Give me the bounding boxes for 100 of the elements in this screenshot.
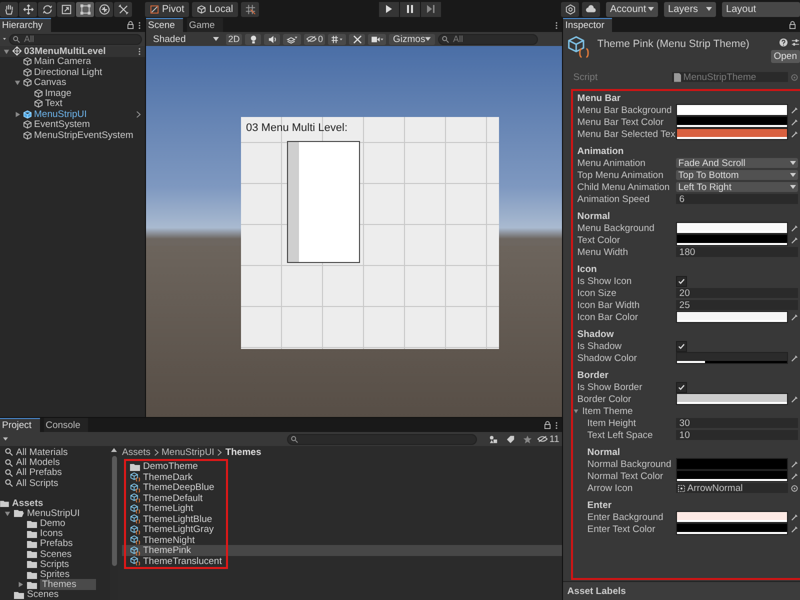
folder-tree-item[interactable]: Scenes	[27, 589, 59, 600]
target-icon[interactable]	[791, 74, 798, 80]
custom-tool-button[interactable]	[114, 2, 132, 16]
dropdown-field[interactable]: Fade And Scroll	[676, 158, 798, 168]
breadcrumb-link[interactable]: Assets	[122, 446, 151, 458]
disclosure-triangle-icon[interactable]	[17, 581, 24, 588]
eyedropper-icon[interactable]	[791, 526, 798, 532]
cloud-icon[interactable]	[582, 2, 600, 16]
eyedropper-icon[interactable]	[791, 236, 798, 244]
camera-icon[interactable]	[368, 34, 386, 44]
account-dropdown[interactable]: Account	[606, 2, 658, 16]
file-row[interactable]: ThemeTranslucent	[122, 556, 562, 566]
help-icon[interactable]	[779, 38, 788, 47]
file-row[interactable]: DemoTheme	[122, 461, 562, 472]
folder-tree-item[interactable]: MenuStripUI	[27, 508, 80, 519]
search-field[interactable]: All	[438, 34, 538, 44]
file-row[interactable]: ThemeLightGray	[122, 524, 562, 535]
favorite-search-item[interactable]: All Prefabs	[16, 467, 62, 478]
layout-dropdown[interactable]: Layout	[722, 2, 800, 16]
panel-tab[interactable]: Console	[44, 418, 88, 432]
layers-dropdown[interactable]: Layers	[664, 2, 716, 16]
color-field[interactable]	[676, 352, 788, 364]
open-button[interactable]: Open	[770, 50, 800, 63]
pause-button[interactable]	[400, 2, 420, 16]
target-icon[interactable]	[791, 484, 798, 492]
checkbox[interactable]	[676, 276, 688, 286]
folder-tree-item[interactable]: Sprites	[40, 569, 70, 580]
color-field[interactable]	[676, 511, 788, 523]
rotate-tool-button[interactable]	[38, 2, 56, 16]
move-tool-button[interactable]	[19, 2, 37, 16]
file-row[interactable]: ThemeDark	[122, 472, 562, 482]
more-options-icon[interactable]	[555, 420, 558, 430]
eyedropper-icon[interactable]	[791, 472, 798, 480]
file-row[interactable]: ThemeLight	[122, 503, 562, 514]
grid-snap-icon[interactable]	[241, 2, 260, 16]
color-field[interactable]	[676, 222, 788, 234]
file-row[interactable]: ThemePink	[122, 545, 562, 556]
folder-tree-item[interactable]: Scripts	[40, 558, 70, 570]
scroll-up-arrow-icon[interactable]	[111, 448, 117, 452]
hidden-objects-toggle[interactable]: 0	[304, 34, 326, 44]
color-field[interactable]	[676, 311, 788, 323]
settings-icon[interactable]	[791, 38, 800, 47]
layers-icon[interactable]	[283, 34, 301, 44]
hierarchy-item[interactable]: MenuStripEventSystem	[34, 130, 134, 141]
number-field[interactable]: 25	[676, 300, 798, 310]
play-button[interactable]	[379, 2, 400, 16]
eyedropper-icon[interactable]	[791, 314, 798, 320]
favorite-search-item[interactable]: All Materials	[16, 446, 68, 458]
eyedropper-icon[interactable]	[791, 118, 798, 126]
transform-tool-button[interactable]	[95, 2, 113, 16]
lock-icon[interactable]	[789, 21, 796, 29]
folder-tree-item[interactable]: Prefabs	[40, 538, 73, 550]
view-tab[interactable]: Scene	[146, 18, 183, 32]
color-field[interactable]	[676, 523, 788, 535]
file-row[interactable]: ThemeLightBlue	[122, 514, 562, 524]
asset-labels-heading[interactable]: Asset Labels	[567, 586, 626, 596]
folder-tree-item[interactable]: Themes	[40, 579, 96, 590]
color-field[interactable]	[676, 116, 788, 128]
chevron-right-icon[interactable]	[136, 110, 141, 118]
eyedropper-icon[interactable]	[791, 460, 798, 468]
eyedropper-icon[interactable]	[791, 130, 798, 138]
search-field[interactable]	[287, 434, 478, 445]
hidden-packages-toggle[interactable]: 11	[537, 433, 560, 446]
color-field[interactable]	[676, 470, 788, 482]
hierarchy-item[interactable]: EventSystem	[34, 119, 90, 130]
eyedropper-icon[interactable]	[791, 224, 798, 232]
file-row[interactable]: ThemeDeepBlue	[122, 482, 562, 493]
color-field[interactable]	[676, 458, 788, 470]
hand-tool-button[interactable]	[0, 2, 18, 16]
more-options-icon[interactable]	[555, 20, 558, 30]
hierarchy-tab[interactable]: Hierarchy	[0, 18, 51, 32]
disclosure-triangle-icon[interactable]	[573, 408, 580, 414]
eyedropper-icon[interactable]	[791, 514, 798, 520]
hierarchy-item[interactable]: Main Camera	[34, 56, 92, 68]
panel-tab[interactable]: Project	[0, 418, 40, 432]
favorite-search-item[interactable]: All Scripts	[16, 478, 58, 489]
hierarchy-item[interactable]: Text	[45, 98, 62, 110]
scale-tool-button[interactable]	[57, 2, 75, 16]
breadcrumb-link[interactable]: Themes	[225, 446, 262, 458]
scrollbar-thumb[interactable]	[112, 456, 116, 566]
number-field[interactable]: 30	[676, 418, 798, 428]
hierarchy-item[interactable]: MenuStripUI	[34, 108, 87, 120]
checkbox[interactable]	[676, 340, 688, 352]
breadcrumb-link[interactable]: MenuStripUI	[162, 446, 214, 458]
more-options-icon[interactable]	[138, 20, 141, 30]
search-field[interactable]: All	[9, 34, 142, 44]
disclosure-triangle-icon[interactable]	[4, 510, 11, 517]
step-button[interactable]	[421, 2, 442, 16]
number-field[interactable]: 180	[676, 247, 798, 257]
eyedropper-icon[interactable]	[791, 396, 798, 402]
tools-icon[interactable]	[349, 34, 366, 44]
speaker-icon[interactable]	[264, 34, 280, 44]
disclosure-triangle-icon[interactable]	[14, 79, 21, 86]
lock-icon[interactable]	[127, 21, 134, 29]
folder-tree-item[interactable]: Demo	[40, 518, 66, 530]
favorite-search-item[interactable]: All Models	[16, 457, 60, 468]
local-button[interactable]: Local	[192, 2, 238, 16]
grid-icon[interactable]	[328, 34, 346, 44]
inspector-tab[interactable]: Inspector	[563, 18, 612, 32]
color-field[interactable]	[676, 234, 788, 246]
